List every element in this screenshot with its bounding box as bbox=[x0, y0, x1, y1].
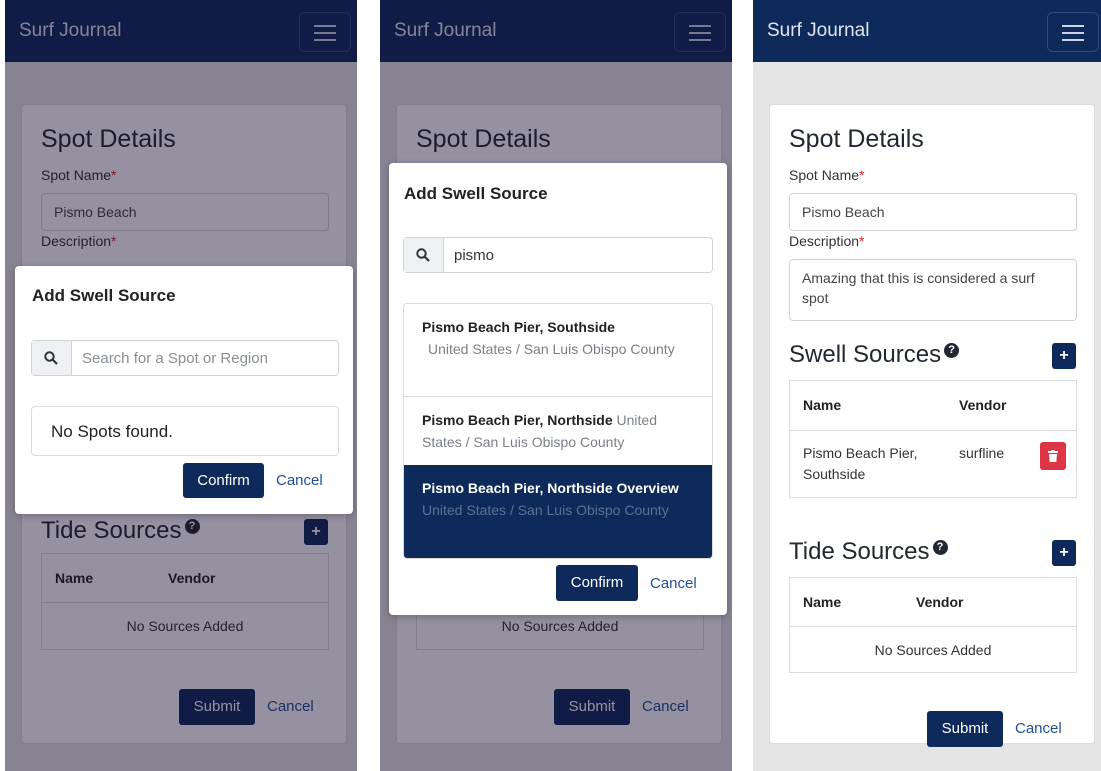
swell-sources-table: Name Vendor Pismo Beach Pier, Southside … bbox=[789, 380, 1077, 498]
phone-screen-empty-search: Surf Journal Spot Details Spot Name* Pis… bbox=[5, 0, 357, 771]
confirm-button[interactable]: Confirm bbox=[183, 463, 264, 498]
spot-name-label: Spot Name* bbox=[789, 167, 865, 183]
search-icon bbox=[404, 238, 444, 272]
column-header-vendor: Vendor bbox=[959, 397, 1007, 413]
column-header-name: Name bbox=[803, 594, 842, 610]
trash-icon bbox=[1048, 450, 1058, 462]
hamburger-menu-icon[interactable] bbox=[1047, 12, 1099, 52]
search-input[interactable]: Search for a Spot or Region bbox=[82, 350, 268, 367]
search-input-group: pismo bbox=[403, 237, 713, 273]
tide-sources-title: Tide Sources? bbox=[789, 538, 948, 566]
add-swell-source-button[interactable]: + bbox=[1052, 343, 1076, 369]
tide-sources-table: Name Vendor No Sources Added bbox=[789, 577, 1077, 673]
results-list: No Spots found. bbox=[31, 406, 339, 456]
question-circle-icon[interactable]: ? bbox=[944, 343, 960, 358]
delete-source-button[interactable] bbox=[1040, 442, 1066, 470]
swell-sources-title: Swell Sources? bbox=[789, 341, 960, 369]
table-cell-vendor: surfline bbox=[959, 445, 1005, 461]
navbar: Surf Journal bbox=[753, 0, 1101, 62]
empty-table-message: No Sources Added bbox=[874, 642, 992, 658]
row-divider bbox=[790, 430, 1076, 431]
list-item-selected[interactable]: Pismo Beach Pier, Northside Overview Uni… bbox=[404, 465, 712, 558]
description-label: Description* bbox=[789, 233, 865, 249]
search-input[interactable]: pismo bbox=[454, 247, 494, 264]
modal-title: Add Swell Source bbox=[32, 286, 176, 305]
cancel-link[interactable]: Cancel bbox=[276, 472, 323, 489]
search-input-group: Search for a Spot or Region bbox=[31, 340, 339, 376]
modal-title: Add Swell Source bbox=[404, 184, 548, 203]
list-item[interactable]: Pismo Beach Pier, Northside United State… bbox=[404, 397, 712, 465]
spot-details-card: Spot Details Spot Name* Pismo Beach Desc… bbox=[769, 104, 1095, 747]
results-list: Pismo Beach Pier, Southside United States… bbox=[403, 303, 713, 559]
search-icon bbox=[32, 341, 72, 375]
column-header-vendor: Vendor bbox=[916, 594, 964, 610]
no-results-message: No Spots found. bbox=[51, 422, 173, 441]
submit-button[interactable]: Submit bbox=[927, 711, 1003, 747]
add-swell-source-modal: Add Swell Source Search for a Spot or Re… bbox=[15, 266, 353, 514]
table-cell-name: Pismo Beach Pier, Southside bbox=[803, 445, 918, 482]
cancel-link[interactable]: Cancel bbox=[1015, 720, 1062, 737]
app-title[interactable]: Surf Journal bbox=[767, 20, 869, 42]
phone-screen-spot-form: Surf Journal Spot Details Spot Name* Pis… bbox=[753, 0, 1101, 771]
add-swell-source-modal: Add Swell Source pismo Pismo Beach Pier,… bbox=[389, 163, 727, 615]
row-divider bbox=[790, 626, 1076, 627]
column-header-name: Name bbox=[803, 397, 842, 413]
add-tide-source-button[interactable]: + bbox=[1052, 540, 1076, 566]
list-item[interactable]: Pismo Beach Pier, Southside United States… bbox=[404, 304, 712, 396]
cancel-link[interactable]: Cancel bbox=[650, 575, 697, 592]
phone-screen-search-results: Surf Journal Spot Details No Sources Add… bbox=[380, 0, 732, 771]
question-circle-icon[interactable]: ? bbox=[932, 540, 948, 555]
spot-name-field[interactable]: Pismo Beach bbox=[789, 193, 1077, 231]
confirm-button[interactable]: Confirm bbox=[556, 565, 638, 601]
description-field[interactable]: Amazing that this is considered a surf s… bbox=[789, 259, 1077, 321]
page-title: Spot Details bbox=[789, 125, 924, 153]
